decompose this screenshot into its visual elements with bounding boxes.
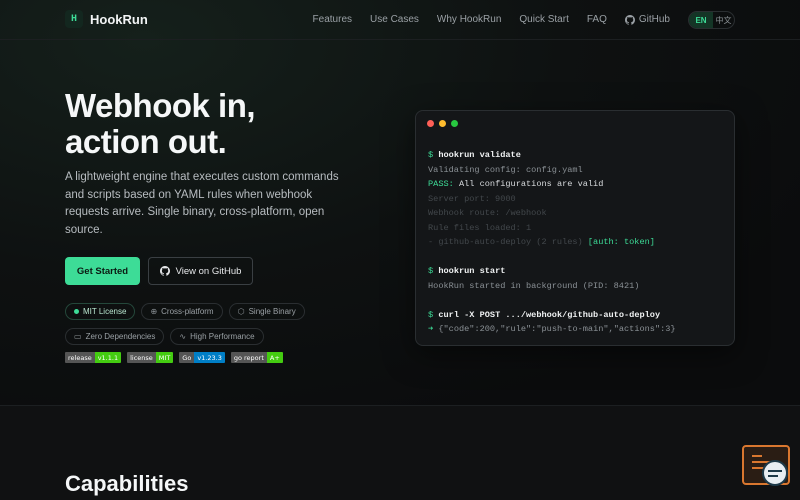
command-text: hookrun validate [438,150,521,160]
hero-description: A lightweight engine that executes custo… [65,171,339,236]
lang-option-zh[interactable]: 中文 [713,12,734,28]
terminal-line: ➜ {"code":200,"rule":"push-to-main","act… [428,322,728,337]
box-icon: ⬡ [237,307,245,316]
nav-links: Features Use Cases Why HookRun Quick Sta… [313,14,670,25]
terminal-line: Server port: 9000 [428,193,516,204]
auth-tag: [auth: token] [587,237,655,247]
badge-key: release [65,352,95,363]
nav-link-github[interactable]: GitHub [624,14,670,25]
top-nav: H HookRun Features Use Cases Why HookRun… [0,0,800,40]
view-on-github-label: View on GitHub [175,265,242,277]
minimize-dot-icon [439,120,446,127]
terminal-line: HookRun started in background (PID: 8421… [428,280,640,291]
floating-help-button[interactable] [742,445,790,486]
brand[interactable]: H HookRun [65,10,148,28]
terminal-line: $ curl -X POST .../webhook/github-auto-d… [428,308,728,323]
capabilities-title: Capabilities [65,471,189,496]
prompt-symbol: $ [428,266,434,276]
rule-text: - github-auto-deploy (2 rules) [428,237,583,247]
terminal-line: Validating config: config.yaml [428,164,583,175]
get-started-button[interactable]: Get Started [65,257,140,285]
prompt-symbol: $ [428,150,434,160]
window-controls [427,120,458,127]
terminal-line: PASS: All configurations are valid [428,177,728,192]
lang-option-en[interactable]: EN [689,12,713,28]
status-dot-icon [74,309,79,314]
chip-high-performance: ∿ High Performance [170,328,264,345]
terminal-line: - github-auto-deploy (2 rules) [auth: to… [428,235,728,250]
terminal-line: Webhook route: /webhook [428,208,547,218]
badge-value: v1.1.1 [94,352,122,363]
search-line-icon [768,475,778,477]
hero-title-line-1: Webhook in, [65,87,256,124]
hero-title-line-2: action out. [65,123,227,160]
monitor-icon: ▭ [74,332,82,341]
response-text: {"code":200,"rule":"push-to-main","actio… [438,324,676,334]
nav-link-why-hookrun[interactable]: Why HookRun [437,14,501,25]
chip-mit-license: MIT License [65,303,136,320]
release-badge[interactable]: release v1.1.1 [65,352,122,363]
github-icon [624,14,635,25]
brand-logo-icon: H [65,10,83,28]
nav-link-quick-start[interactable]: Quick Start [519,14,568,25]
badge-value: MIT [155,352,174,363]
badge-key: license [127,352,156,363]
go-report-badge[interactable]: go report A+ [230,352,283,363]
search-icon [762,460,788,486]
pass-text: All configurations are valid [458,179,604,189]
shield-badges: release v1.1.1 license MIT Go v1.23.3 go… [65,352,283,363]
badge-key: go report [230,352,267,363]
chip-cross-platform: ⊕ Cross-platform [141,303,223,320]
license-badge[interactable]: license MIT [127,352,174,363]
command-text: curl -X POST .../webhook/github-auto-dep… [438,309,661,320]
capabilities-section: Capabilities [0,405,800,500]
badge-key: Go [179,352,195,363]
github-link-label: GitHub [638,14,670,25]
terminal-spacer [428,293,728,308]
list-icon [752,455,762,457]
chip-label: Single Binary [248,307,296,316]
terminal-window: $ hookrun validate Validating config: co… [415,110,735,346]
prompt-symbol: $ [428,309,434,320]
globe-icon: ⊕ [150,307,158,316]
nav-link-faq[interactable]: FAQ [587,14,607,25]
terminal-line: Rule files loaded: 1 [428,222,532,233]
pass-label: PASS: [428,179,454,189]
terminal-line: $ hookrun start [428,264,728,279]
arrow-icon: ➜ [428,324,434,334]
command-text: hookrun start [438,266,506,276]
maximize-dot-icon [451,120,458,127]
badge-value: A+ [266,352,283,363]
feature-chips: MIT License ⊕ Cross-platform ⬡ Single Bi… [65,303,345,345]
nav-link-use-cases[interactable]: Use Cases [370,14,419,25]
pulse-icon: ∿ [179,332,187,341]
terminal-line: $ hookrun validate [428,148,728,163]
brand-name: HookRun [90,11,148,27]
chip-zero-dependencies: ▭ Zero Dependencies [65,328,165,345]
view-on-github-button[interactable]: View on GitHub [148,257,253,285]
close-dot-icon [427,120,434,127]
search-line-icon [768,470,782,472]
language-toggle[interactable]: EN 中文 [688,11,735,29]
nav-link-features[interactable]: Features [313,14,352,25]
chip-label: High Performance [190,332,255,341]
github-icon [159,266,170,276]
go-version-badge[interactable]: Go v1.23.3 [179,352,225,363]
chip-label: Cross-platform [161,307,214,316]
badge-value: v1.23.3 [194,352,225,363]
chip-label: Zero Dependencies [85,332,156,341]
chip-single-binary: ⬡ Single Binary [228,303,305,320]
chip-label: MIT License [83,307,127,316]
terminal-output: $ hookrun validate Validating config: co… [428,148,728,337]
hero-title: Webhook in, action out. [65,88,385,160]
terminal-spacer [428,250,728,265]
